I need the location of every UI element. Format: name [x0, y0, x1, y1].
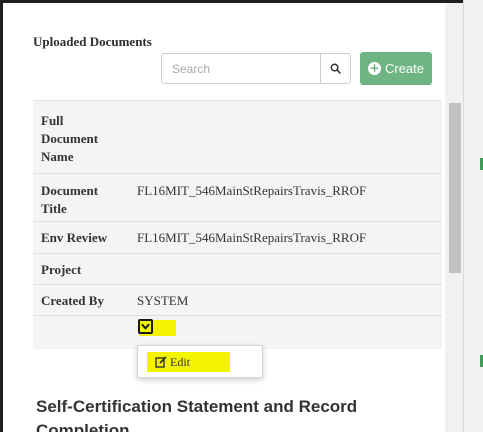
chevron-down-icon [141, 323, 150, 330]
details-label: Created By [41, 293, 104, 308]
create-button[interactable]: + Create [360, 52, 432, 85]
edit-menu-item[interactable]: Edit [147, 352, 230, 372]
details-value: SYSTEM [137, 293, 189, 308]
details-value: FL16MIT_546MainStRepairsTravis_RROF [137, 230, 367, 245]
details-row-full-document-name: Full Document Name [33, 101, 442, 174]
details-row-created-by: Created By SYSTEM [33, 285, 442, 316]
edit-menu-item-label: Edit [170, 354, 190, 369]
section-title: Uploaded Documents [33, 34, 152, 49]
plus-circle-icon: + [367, 61, 381, 75]
document-details-table: Full Document Name Document Title FL16MI… [33, 100, 442, 349]
search-icon [330, 63, 341, 74]
actions-dropdown-menu: Edit [137, 345, 263, 378]
scrollbar-thumb[interactable] [449, 103, 461, 273]
details-row-project: Project [33, 254, 442, 285]
details-label: Full Document Name [41, 113, 99, 164]
details-value: FL16MIT_546MainStRepairsTravis_RROF [137, 183, 367, 198]
create-button-label: Create [384, 61, 425, 76]
edit-icon [155, 356, 167, 368]
section-heading-self-certification-line2: Completion [36, 421, 130, 432]
search-input[interactable] [161, 53, 321, 84]
details-label: Env Review [41, 230, 108, 245]
details-label: Document Title [41, 183, 99, 216]
details-row-env-review: Env Review FL16MIT_546MainStRepairsTravi… [33, 222, 442, 254]
search-button[interactable] [321, 53, 351, 84]
details-label: Project [41, 262, 82, 277]
actions-dropdown-toggle[interactable] [138, 319, 153, 334]
details-row-document-title: Document Title FL16MIT_546MainStRepairsT… [33, 174, 442, 222]
section-heading-self-certification: Self-Certification Statement and Record [36, 397, 358, 416]
right-gutter [463, 0, 483, 432]
